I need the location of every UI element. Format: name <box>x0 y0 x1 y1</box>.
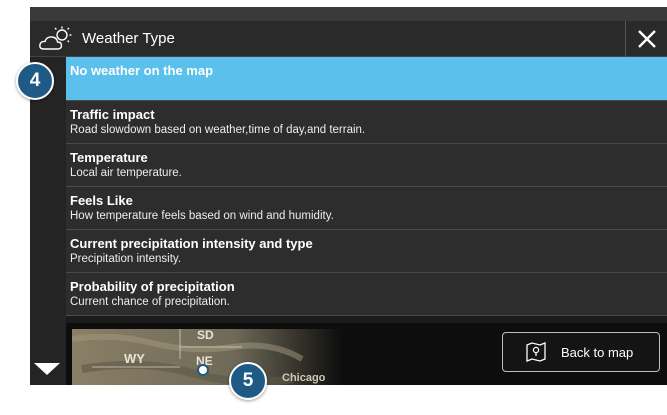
weather-type-panel: Weather Type No weather on the map Traff… <box>30 7 667 385</box>
option-title: Current precipitation intensity and type <box>70 236 313 251</box>
option-subtitle: Current chance of precipitation. <box>70 296 230 308</box>
map-preview-image: SD WY NE Chicago <box>72 329 342 385</box>
option-subtitle: How temperature feels based on wind and … <box>70 210 334 222</box>
cloud-sun-icon <box>39 26 72 50</box>
panel-footer: SD WY NE Chicago Back to map <box>66 323 667 385</box>
map-pin-icon <box>526 342 546 362</box>
option-feels-like[interactable]: Feels Like How temperature feels based o… <box>66 187 667 230</box>
option-temperature[interactable]: Temperature Local air temperature. <box>66 144 667 187</box>
weather-type-list: No weather on the map Traffic impact Roa… <box>66 57 667 316</box>
option-title: Feels Like <box>70 193 133 208</box>
option-title: No weather on the map <box>70 63 214 78</box>
callout-badge-4: 4 <box>16 62 54 100</box>
close-icon <box>637 30 656 48</box>
map-preview: SD WY NE Chicago <box>72 329 342 385</box>
option-subtitle: Precipitation intensity. <box>70 253 182 265</box>
option-probability-precipitation[interactable]: Probability of precipitation Current cha… <box>66 273 667 316</box>
map-label-wy: WY <box>124 351 145 366</box>
top-bar <box>30 7 667 21</box>
callout-badge-5: 5 <box>229 362 267 400</box>
panel-header: Weather Type <box>30 21 667 57</box>
close-button[interactable] <box>625 21 667 57</box>
back-to-map-label: Back to map <box>561 344 634 360</box>
option-title: Traffic impact <box>70 107 155 122</box>
option-title: Temperature <box>70 150 148 165</box>
panel-title: Weather Type <box>82 30 175 47</box>
option-title: Probability of precipitation <box>70 279 235 294</box>
left-rail <box>30 57 66 385</box>
map-label-sd: SD <box>197 329 214 342</box>
scroll-down-arrow-icon[interactable] <box>34 363 60 375</box>
option-traffic-impact[interactable]: Traffic impact Road slowdown based on we… <box>66 101 667 144</box>
option-no-weather[interactable]: No weather on the map <box>66 57 667 101</box>
map-label-chicago: Chicago <box>282 372 326 384</box>
option-subtitle: Local air temperature. <box>70 167 182 179</box>
callout-connector-dot <box>197 364 209 376</box>
option-subtitle: Road slowdown based on weather,time of d… <box>70 124 366 136</box>
option-current-precipitation[interactable]: Current precipitation intensity and type… <box>66 230 667 273</box>
back-to-map-button[interactable]: Back to map <box>502 332 660 372</box>
